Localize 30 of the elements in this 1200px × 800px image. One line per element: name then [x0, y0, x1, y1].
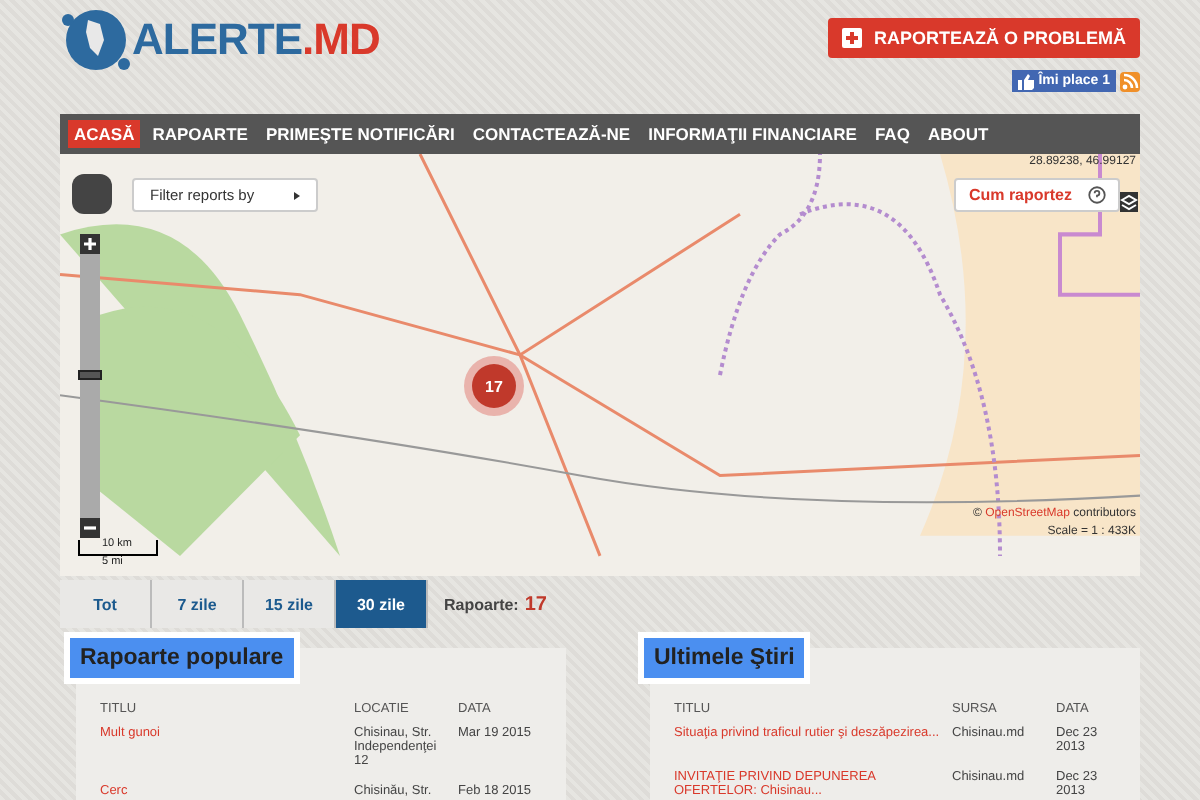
nav-link[interactable]: FAQ [868, 120, 916, 148]
nav-link[interactable]: RAPOARTE [146, 120, 254, 148]
nav-link[interactable]: CONTACTEAZĂ-NE [466, 120, 637, 148]
period-tab[interactable]: 30 zile [336, 580, 428, 628]
nav-link[interactable]: PRIMEŞTE NOTIFICĂRI [259, 120, 461, 148]
zoom-out-icon[interactable] [80, 518, 100, 538]
section-title: Ultimele Ştiri [638, 632, 811, 684]
report-problem-button[interactable]: RAPORTEAZĂ O PROBLEMĂ [828, 18, 1140, 58]
report-count: 17 [524, 593, 547, 615]
period-tab[interactable]: 15 zile [244, 580, 336, 628]
nav-link[interactable]: ACASĂ [68, 120, 141, 148]
zoom-slider[interactable] [80, 234, 100, 538]
caret-icon [294, 191, 301, 199]
report-cluster-marker[interactable]: 17 [472, 364, 516, 408]
period-tab[interactable]: Tot [60, 580, 152, 628]
plus-icon [842, 28, 862, 48]
period-tab[interactable]: 7 zile [152, 580, 244, 628]
zoom-in-icon[interactable] [80, 234, 100, 254]
help-icon [1088, 186, 1106, 204]
nav-link[interactable]: INFORMAŢII FINANCIARE [642, 120, 863, 148]
thumb-icon [1018, 73, 1035, 89]
nav-link[interactable]: ABOUT [921, 120, 995, 148]
report-count-label: Rapoarte: [444, 595, 519, 613]
logo-icon [60, 4, 132, 76]
section-title: Rapoarte populare [64, 632, 300, 684]
logo-text[interactable]: ALERTE.MD [132, 14, 380, 66]
pan-control[interactable] [72, 174, 112, 214]
zoom-slider-thumb[interactable] [78, 369, 102, 380]
layers-icon[interactable] [1120, 192, 1138, 212]
how-to-report-button[interactable]: Cum raportez [954, 178, 1120, 212]
